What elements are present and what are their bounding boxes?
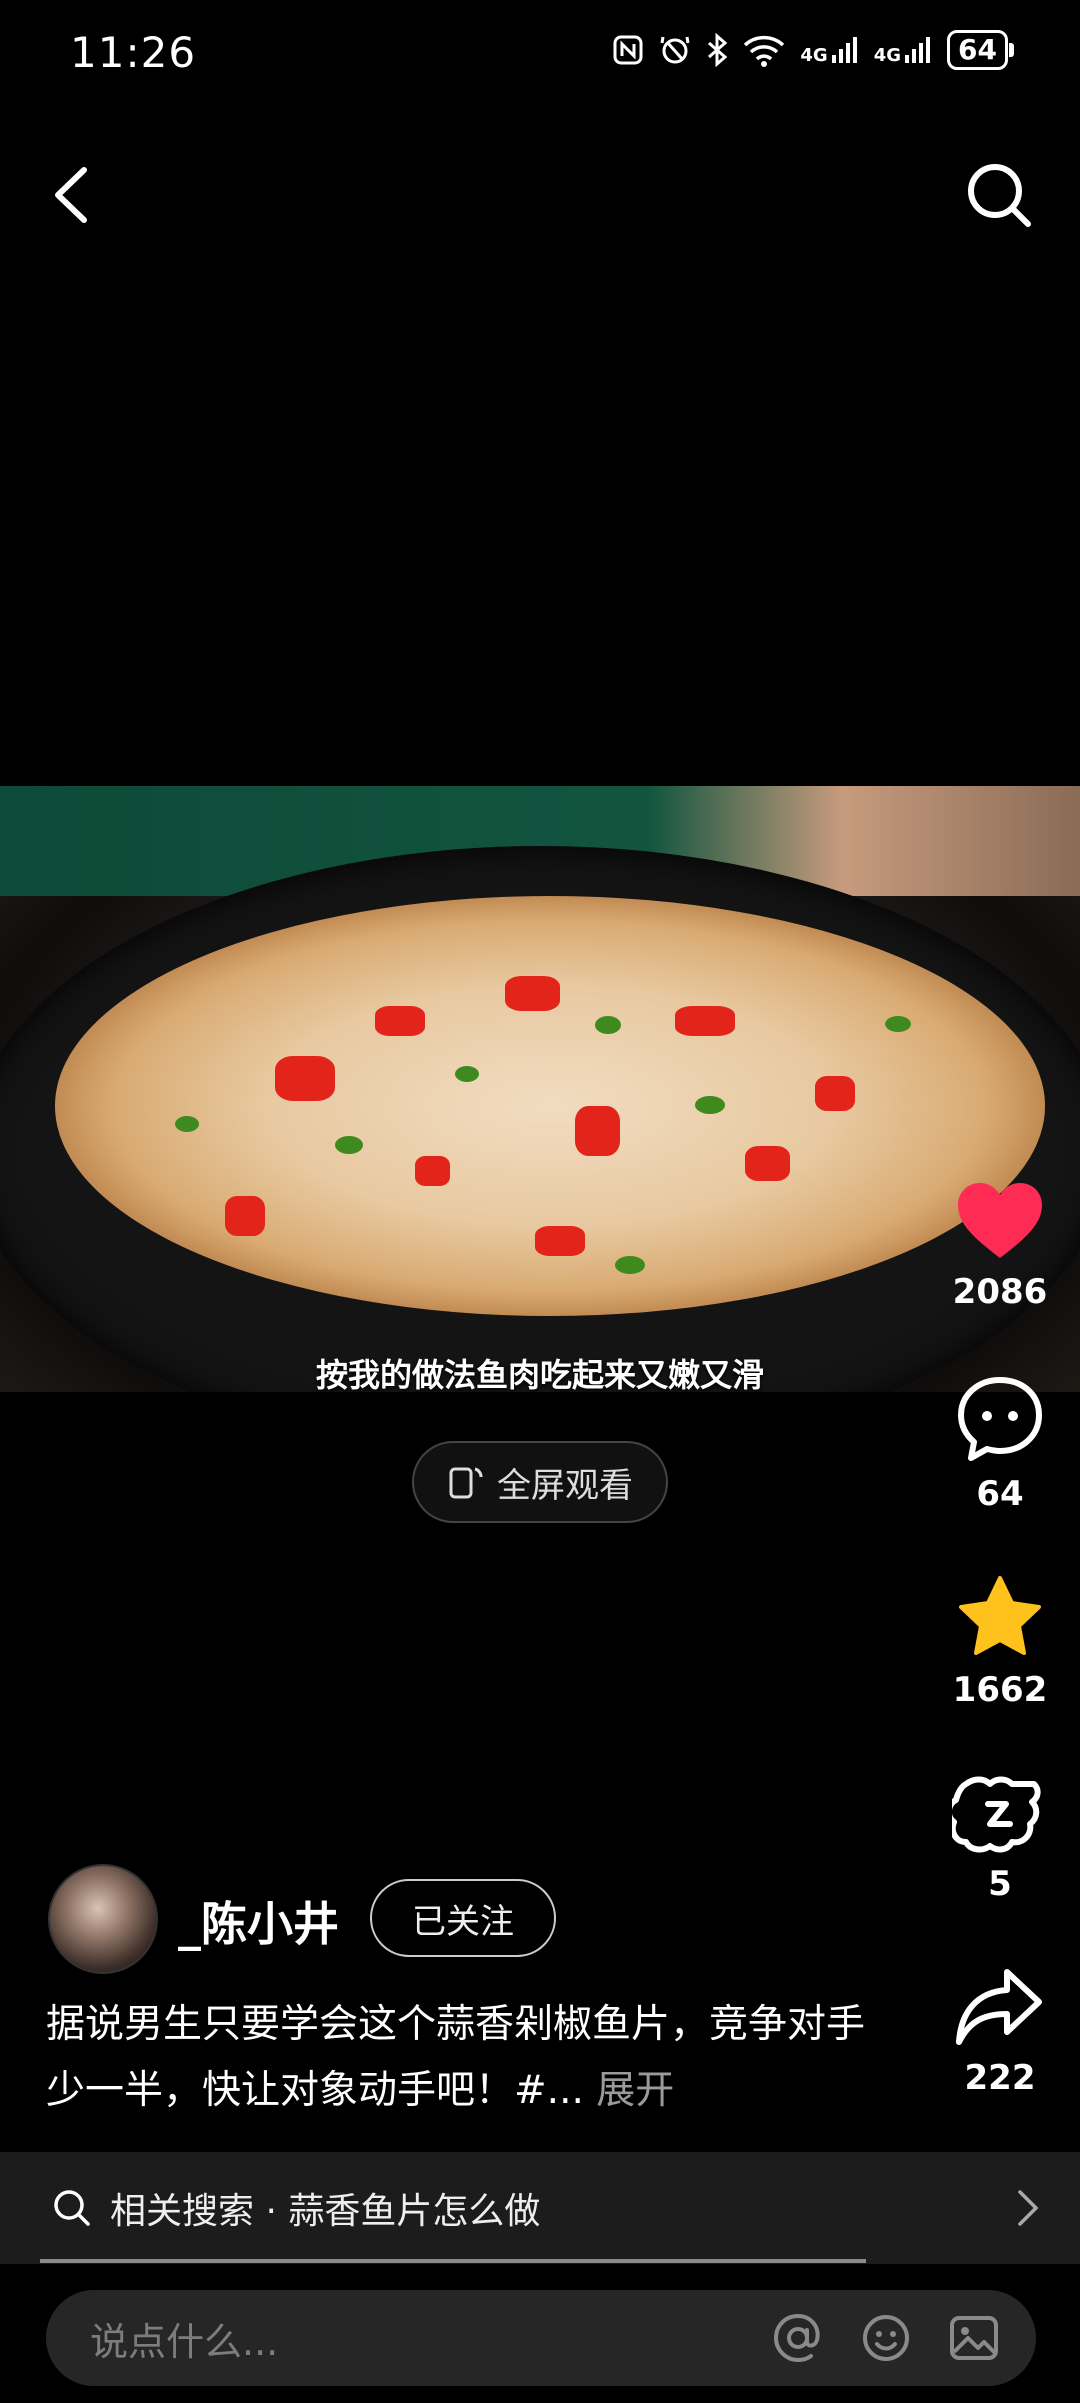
signal-2-icon: 4G (874, 35, 933, 65)
mention-icon[interactable] (772, 2312, 824, 2364)
share-arrow-icon (956, 1969, 1042, 2045)
video-progress-bar[interactable] (40, 2259, 866, 2263)
network-type-2: 4G (873, 45, 902, 66)
follow-button[interactable]: 已关注 (370, 1879, 556, 1957)
star-icon (959, 1576, 1041, 1655)
fullscreen-label: 全屏观看 (497, 1465, 633, 1506)
share-friends-count: 5 (988, 1864, 1012, 1904)
fish-dish-image (55, 896, 1045, 1316)
share-to-friends-button[interactable]: 5 (940, 1770, 1060, 1904)
status-icons: 4G 4G 64 (612, 30, 1014, 70)
heart-icon (958, 1183, 1042, 1258)
bluetooth-icon (708, 33, 728, 67)
alarm-icon (660, 36, 690, 64)
related-search-bar[interactable]: 相关搜索 · 蒜香鱼片怎么做 (0, 2152, 1080, 2264)
back-button[interactable] (44, 160, 104, 230)
like-count: 2086 (952, 1272, 1048, 1312)
expand-link[interactable]: 展开 (596, 2068, 674, 2113)
nfc-icon (613, 35, 643, 65)
author-avatar[interactable] (48, 1864, 158, 1974)
related-search-text: 相关搜索 · 蒜香鱼片怎么做 (110, 2191, 541, 2232)
rotate-screen-icon (449, 1467, 483, 1499)
video-description: 据说男生只要学会这个蒜香剁椒鱼片，竞争对手少一半，快让对象动手吧！#... 展开 (46, 1992, 886, 2124)
signal-1-icon: 4G (800, 35, 859, 65)
comment-placeholder: 说点什么... (90, 2319, 279, 2364)
comment-button[interactable]: 64 (940, 1374, 1060, 1514)
favorite-count: 1662 (952, 1670, 1048, 1710)
comment-count: 64 (976, 1474, 1024, 1514)
image-icon[interactable] (948, 2312, 1000, 2364)
search-icon (968, 164, 1031, 227)
share-button[interactable]: 222 (940, 1966, 1060, 2098)
battery-indicator: 64 (947, 30, 1014, 70)
chevron-left-icon (55, 167, 87, 223)
chevron-right-icon (1018, 2190, 1039, 2226)
video-caption: 按我的做法鱼肉吃起来又嫩又滑 (315, 1356, 764, 1394)
status-time: 11:26 (70, 28, 197, 77)
author-name[interactable]: _陈小井 (178, 1888, 339, 1954)
search-button[interactable] (964, 160, 1034, 230)
search-icon (54, 2190, 90, 2226)
emoji-icon[interactable] (860, 2312, 912, 2364)
wifi-icon (744, 35, 785, 67)
friends-share-icon (946, 1776, 1041, 1853)
like-button[interactable]: 2086 (940, 1180, 1060, 1312)
favorite-button[interactable]: 1662 (940, 1574, 1060, 1710)
video-player[interactable] (0, 786, 1080, 1392)
comment-bubble-icon (958, 1377, 1042, 1461)
fullscreen-button[interactable]: 全屏观看 (412, 1441, 668, 1523)
comment-input[interactable]: 说点什么... (46, 2290, 1036, 2386)
network-type-1: 4G (800, 45, 828, 66)
description-text: 据说男生只要学会这个蒜香剁椒鱼片，竞争对手少一半，快让对象动手吧！#... (46, 2002, 866, 2113)
comment-tools (772, 2312, 1000, 2364)
share-count: 222 (964, 2058, 1036, 2098)
